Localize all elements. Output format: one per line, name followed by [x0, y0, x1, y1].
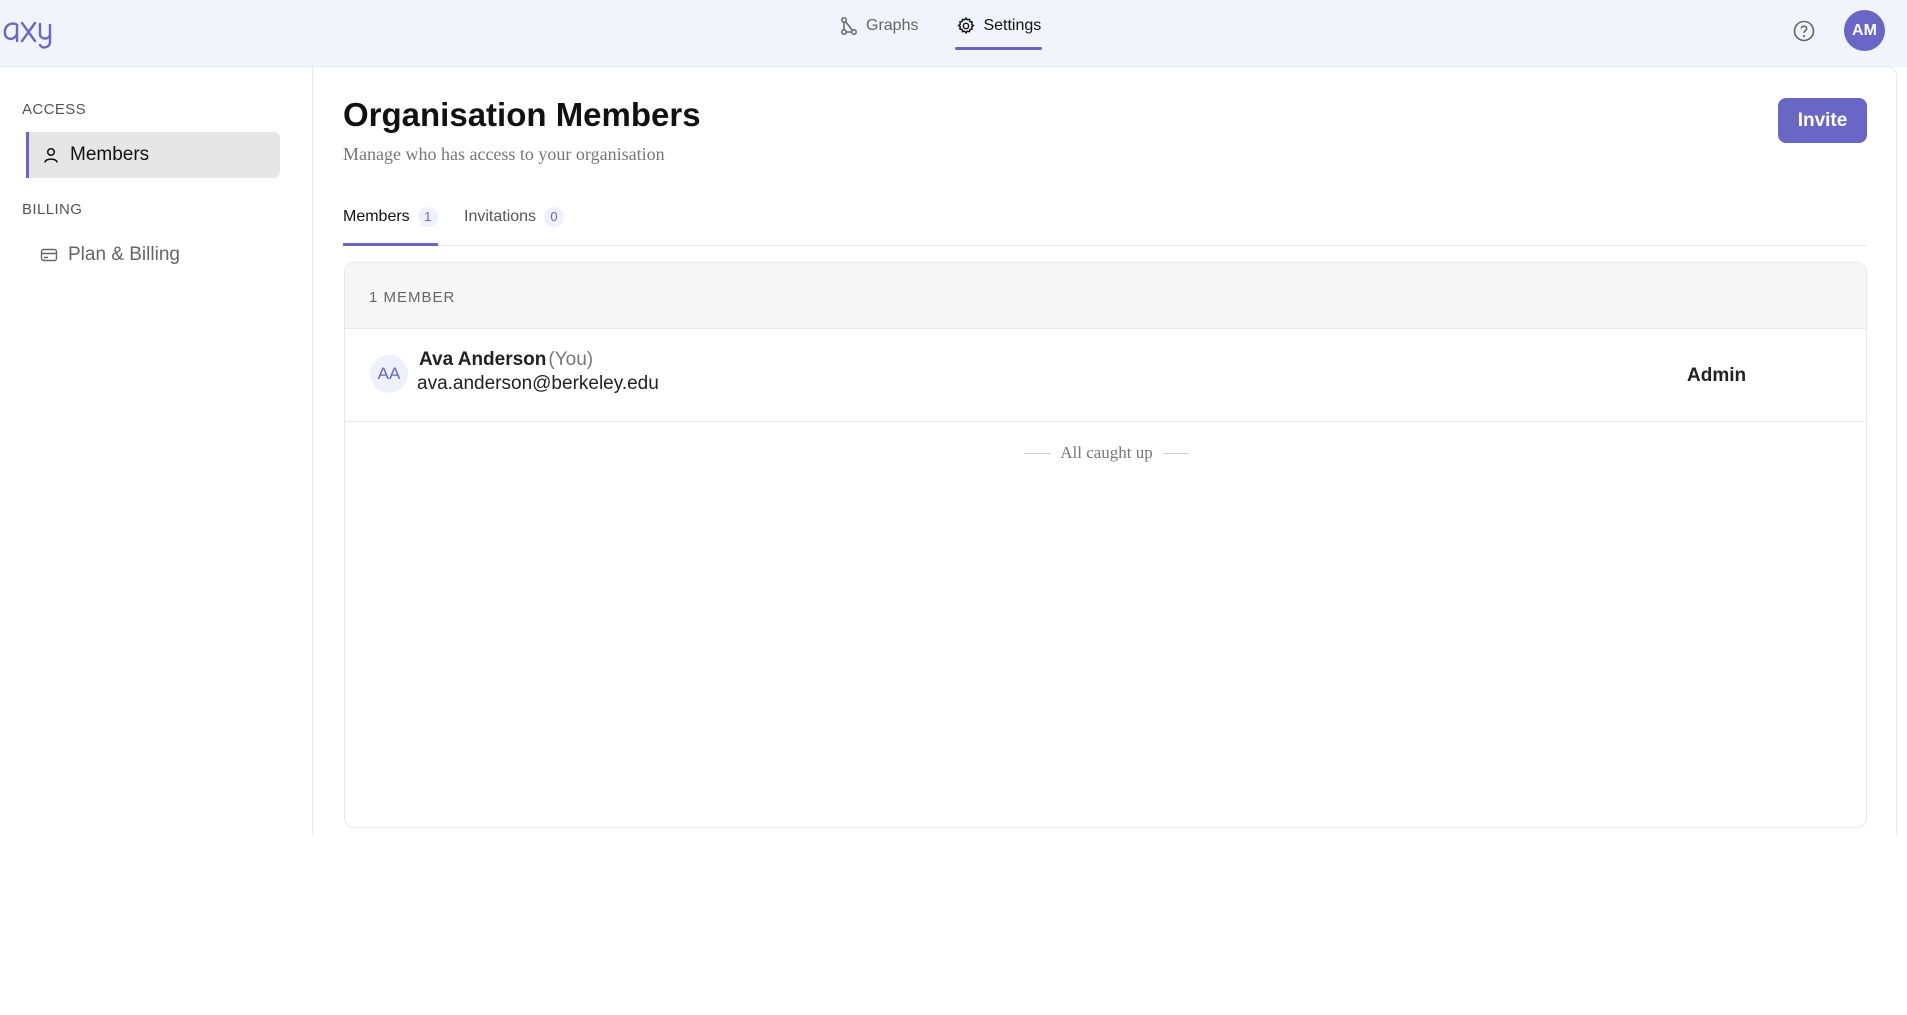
user-avatar[interactable]: AM [1844, 10, 1885, 51]
member-tabs: Members 1 Invitations 0 [343, 200, 1867, 246]
member-name: Ava Anderson [419, 349, 547, 370]
invite-button[interactable]: Invite [1778, 98, 1867, 143]
help-button[interactable] [1792, 19, 1816, 43]
all-caught-up-text: All caught up [1060, 443, 1153, 462]
sidebar: ACCESS Members BILLING Plan & Billing [0, 66, 313, 835]
tab-invitations[interactable]: Invitations 0 [464, 200, 565, 246]
sidebar-item-label: Plan & Billing [68, 244, 180, 265]
sidebar-item-plan-billing[interactable]: Plan & Billing [26, 232, 280, 278]
app-logo[interactable] [2, 10, 62, 50]
axy-logo-icon [3, 21, 52, 49]
help-circle-icon [1793, 20, 1815, 42]
all-caught-up: All caught up [345, 443, 1866, 463]
sidebar-section-access: ACCESS [22, 101, 87, 118]
sidebar-item-label: Members [70, 144, 150, 165]
members-count-header: 1 MEMBER [345, 263, 1866, 329]
page-subtitle: Manage who has access to your organisati… [343, 144, 665, 164]
gear-icon [957, 16, 976, 35]
tab-members[interactable]: Members 1 [343, 200, 438, 246]
top-nav: Graphs Settings [838, 0, 1078, 52]
graph-icon [841, 17, 857, 35]
nav-graphs[interactable]: Graphs [838, 0, 919, 52]
tab-invitations-count: 0 [544, 207, 565, 227]
page-title: Organisation Members [343, 96, 701, 133]
tab-members-count: 1 [417, 207, 438, 227]
member-name-line: Ava Anderson (You) [419, 349, 593, 371]
sidebar-section-billing: BILLING [22, 201, 83, 218]
member-email: ava.anderson@berkeley.edu [417, 373, 659, 394]
card-icon [40, 248, 58, 262]
members-panel: 1 MEMBER AA Ava Anderson (You) ava.anders… [344, 262, 1867, 828]
nav-graphs-label: Graphs [866, 17, 919, 34]
top-bar: Graphs Settings AM [0, 0, 1907, 67]
user-icon [44, 147, 58, 163]
nav-settings-label: Settings [983, 17, 1042, 34]
nav-settings[interactable]: Settings [955, 0, 1043, 52]
sidebar-item-members[interactable]: Members [26, 132, 280, 178]
member-avatar: AA [370, 355, 408, 393]
member-role[interactable]: Admin [1687, 365, 1746, 387]
tab-members-label: Members [343, 208, 410, 225]
member-you-tag: (You) [548, 349, 594, 370]
table-row[interactable]: AA Ava Anderson (You) ava.anderson@berkel… [345, 329, 1866, 422]
divider-line [1024, 452, 1051, 454]
tab-invitations-label: Invitations [464, 208, 537, 225]
divider-line [1162, 452, 1189, 454]
